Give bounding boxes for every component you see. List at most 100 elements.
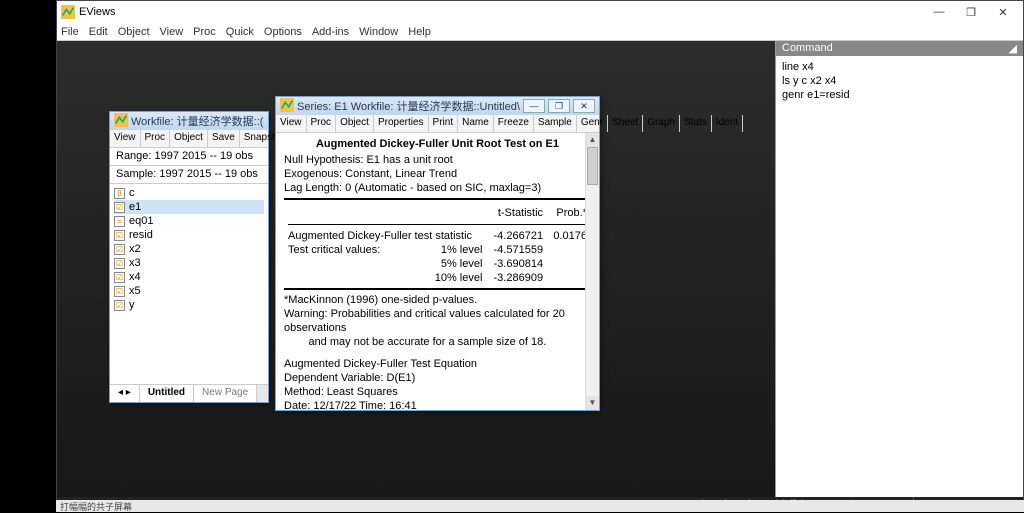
sr-tb-genr[interactable]: Genr — [577, 115, 608, 132]
object-name: e1 — [129, 201, 141, 213]
object-icon: ☑ — [114, 244, 125, 255]
menu-quick[interactable]: Quick — [226, 26, 254, 38]
cmd-line: genr e1=resid — [782, 88, 1017, 102]
object-icon: ☑ — [114, 272, 125, 283]
wf-tab-untitled[interactable]: Untitled — [140, 385, 194, 402]
command-panel: Command ◢ line x4 ls y c x2 x4 genr e1=r… — [775, 41, 1023, 501]
menu-help[interactable]: Help — [408, 26, 431, 38]
workfile-item[interactable]: ☑ x5 — [114, 284, 264, 298]
null-hypothesis: Null Hypothesis: E1 has a unit root — [284, 153, 591, 167]
sr-tb-object[interactable]: Object — [336, 115, 374, 132]
taskbar-hint: 打幅幅的共子屏幕 — [60, 500, 132, 513]
workfile-item[interactable]: =eq01 — [114, 214, 264, 228]
menu-object[interactable]: Object — [118, 26, 150, 38]
workfile-item[interactable]: ☑y — [114, 298, 264, 312]
sr-tb-freeze[interactable]: Freeze — [494, 115, 534, 132]
workfile-body: Range: 1997 2015 -- 19 obs Sample: 1997 … — [110, 148, 268, 314]
menu-addins[interactable]: Add-ins — [312, 26, 349, 38]
workfile-tabs: ◂ ▸ Untitled New Page — [110, 384, 268, 402]
command-collapse-icon[interactable]: ◢ — [1009, 42, 1017, 55]
wf-tab-newpage[interactable]: New Page — [194, 385, 257, 402]
menu-window[interactable]: Window — [359, 26, 398, 38]
workfile-object-list: βc☑e1=eq01☑resid☑x2☑x3☑x4☑x5☑y — [110, 184, 268, 314]
app-logo-icon — [114, 113, 128, 130]
wf-tab-nav[interactable]: ◂ ▸ — [110, 385, 140, 402]
wf-tb-object[interactable]: Object — [170, 130, 208, 147]
main-menubar: File Edit Object View Proc Quick Options… — [57, 23, 1023, 41]
series-titlebar[interactable]: Series: E1 Workfile: 计量经济学数据::Untitled\ … — [276, 97, 599, 115]
sr-tb-print[interactable]: Print — [429, 115, 459, 132]
workfile-item[interactable]: ☑resid — [114, 228, 264, 242]
eq-depvar: Dependent Variable: D(E1) — [284, 371, 591, 385]
lag-length: Lag Length: 0 (Automatic - based on SIC,… — [284, 181, 591, 195]
object-icon: ☑ — [114, 286, 125, 297]
cmd-line: line x4 — [782, 60, 1017, 74]
object-name: x4 — [129, 271, 141, 283]
workfile-toolbar: View Proc Object Save Snapshot Freeze D — [110, 130, 268, 148]
series-scrollbar[interactable]: ▲ ▼ — [585, 133, 599, 410]
exogenous: Exogenous: Constant, Linear Trend — [284, 167, 591, 181]
wf-tb-proc[interactable]: Proc — [141, 130, 171, 147]
cmd-line: ls y c x2 x4 — [782, 74, 1017, 88]
os-taskbar: 打幅幅的共子屏幕 — [56, 500, 1024, 512]
app-logo-icon — [280, 98, 294, 115]
menu-edit[interactable]: Edit — [89, 26, 108, 38]
workfile-sample: Sample: 1997 2015 -- 19 obs — [110, 166, 268, 184]
workfile-title: Workfile: 计量经济学数据::(c:\users... — [131, 113, 264, 129]
object-name: x5 — [129, 285, 141, 297]
scroll-thumb[interactable] — [587, 147, 598, 185]
wf-tb-save[interactable]: Save — [208, 130, 240, 147]
workfile-range: Range: 1997 2015 -- 19 obs — [110, 148, 268, 166]
menu-options[interactable]: Options — [264, 26, 302, 38]
workfile-item[interactable]: ☑ x3 — [114, 256, 264, 270]
sr-tb-ident[interactable]: Ident — [712, 115, 743, 132]
sr-tb-sheet[interactable]: Sheet — [608, 115, 643, 132]
workfile-window[interactable]: Workfile: 计量经济学数据::(c:\users... View Pro… — [109, 111, 269, 403]
workfile-titlebar[interactable]: Workfile: 计量经济学数据::(c:\users... — [110, 112, 268, 130]
series-close-button[interactable]: ✕ — [573, 99, 595, 113]
app-logo-icon — [61, 5, 75, 19]
output-heading: Augmented Dickey-Fuller Unit Root Test o… — [284, 135, 591, 153]
command-header[interactable]: Command ◢ — [776, 41, 1023, 56]
sr-tb-proc[interactable]: Proc — [307, 115, 337, 132]
object-icon: = — [114, 216, 125, 227]
menu-file[interactable]: File — [61, 26, 79, 38]
scroll-down-icon[interactable]: ▼ — [586, 396, 599, 410]
object-icon: β — [114, 188, 125, 199]
sr-tb-stats[interactable]: Stats — [680, 115, 712, 132]
menu-view[interactable]: View — [160, 26, 184, 38]
sr-tb-view[interactable]: View — [276, 115, 307, 132]
eq-method: Method: Least Squares — [284, 385, 591, 399]
object-icon: ☑ — [114, 300, 125, 311]
series-toolbar: View Proc Object Properties Print Name F… — [276, 115, 599, 133]
object-icon: ☑ — [114, 258, 125, 269]
object-name: c — [129, 187, 135, 199]
workfile-item[interactable]: ☑ x4 — [114, 270, 264, 284]
minimize-button[interactable]: — — [923, 3, 955, 21]
object-name: y — [129, 299, 135, 311]
sr-tb-properties[interactable]: Properties — [374, 115, 429, 132]
object-name: x2 — [129, 243, 141, 255]
close-button[interactable]: ✕ — [987, 3, 1019, 21]
object-name: x3 — [129, 257, 141, 269]
sr-tb-graph[interactable]: Graph — [643, 115, 680, 132]
series-minimize-button[interactable]: — — [523, 99, 545, 113]
scroll-up-icon[interactable]: ▲ — [586, 133, 599, 147]
series-maximize-button[interactable]: ❐ — [548, 99, 570, 113]
command-input[interactable]: line x4 ls y c x2 x4 genr e1=resid — [776, 56, 1023, 106]
series-window[interactable]: Series: E1 Workfile: 计量经济学数据::Untitled\ … — [275, 96, 600, 411]
titlebar[interactable]: EViews — ❐ ✕ — [57, 1, 1023, 23]
warning-line2: and may not be accurate for a sample siz… — [284, 335, 591, 349]
workfile-item[interactable]: ☑ e1 — [114, 200, 264, 214]
wf-tb-view[interactable]: View — [110, 130, 141, 147]
mackinnon-note: *MacKinnon (1996) one-sided p-values. — [284, 293, 591, 307]
sr-tb-name[interactable]: Name — [458, 115, 494, 132]
eq-title: Augmented Dickey-Fuller Test Equation — [284, 357, 591, 371]
object-icon: ☑ — [114, 202, 125, 213]
workfile-item[interactable]: ☑ x2 — [114, 242, 264, 256]
sr-tb-sample[interactable]: Sample — [534, 115, 577, 132]
menu-proc[interactable]: Proc — [193, 26, 216, 38]
warning-line1: Warning: Probabilities and critical valu… — [284, 307, 591, 335]
workfile-item[interactable]: βc — [114, 186, 264, 200]
maximize-button[interactable]: ❐ — [955, 3, 987, 21]
